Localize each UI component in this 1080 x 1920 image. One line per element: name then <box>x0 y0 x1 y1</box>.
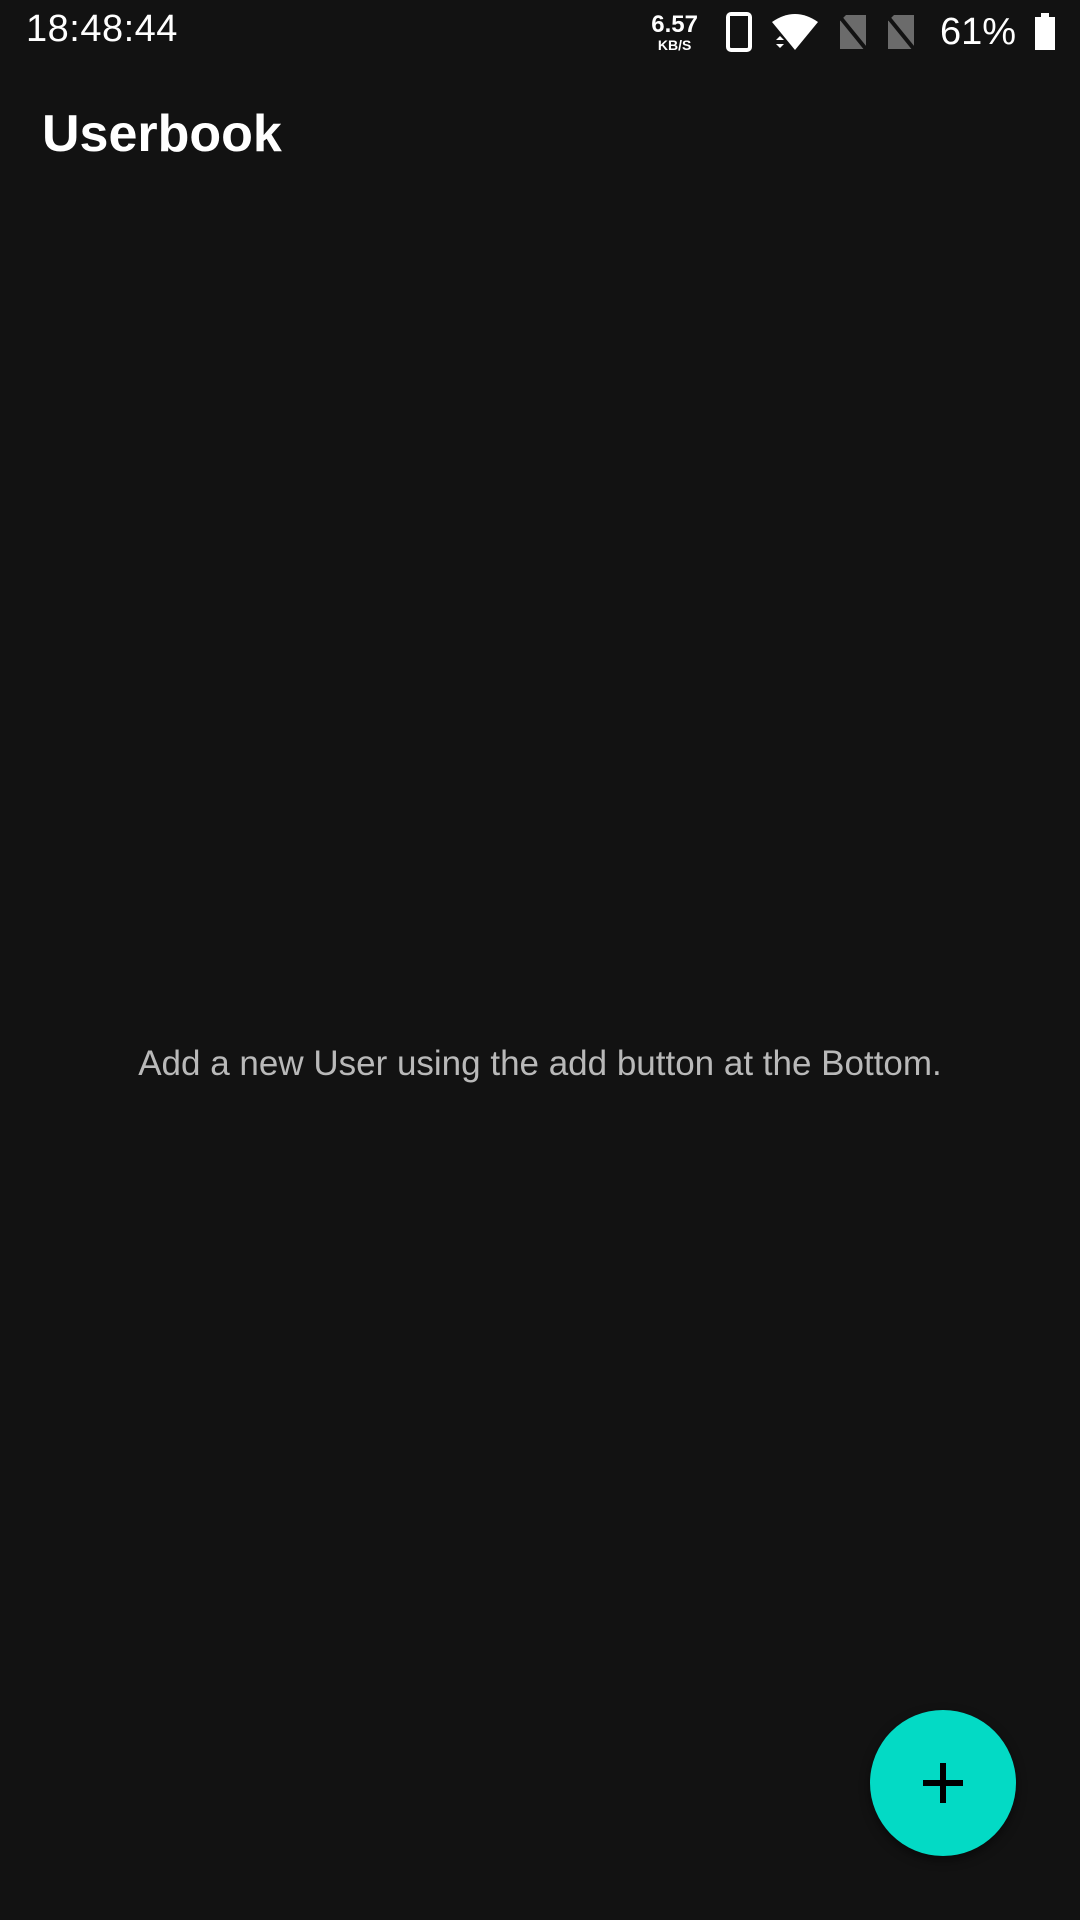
phone-icon <box>725 12 752 52</box>
status-icons: 6.57 KB/S 61% <box>651 8 1056 56</box>
status-bar: 18:48:44 6.57 KB/S 61% <box>0 0 1080 64</box>
plus-icon <box>921 1761 965 1805</box>
screen: 18:48:44 6.57 KB/S 61% Userbook Add a ne… <box>0 0 1080 1920</box>
status-time: 18:48:44 <box>26 8 178 50</box>
network-speed-unit: KB/S <box>657 36 692 53</box>
no-sim-icon <box>886 13 916 51</box>
battery-icon <box>1034 13 1056 51</box>
wifi-icon <box>770 12 820 52</box>
battery-percent: 61% <box>939 10 1016 53</box>
app-title: Userbook <box>42 105 282 163</box>
empty-state-message: Add a new User using the add button at t… <box>138 1044 942 1083</box>
network-speed-value: 6.57 <box>651 10 698 38</box>
no-sim-icon <box>838 13 868 51</box>
network-speed: 6.57 KB/S <box>651 10 698 53</box>
add-user-button[interactable] <box>870 1710 1016 1856</box>
